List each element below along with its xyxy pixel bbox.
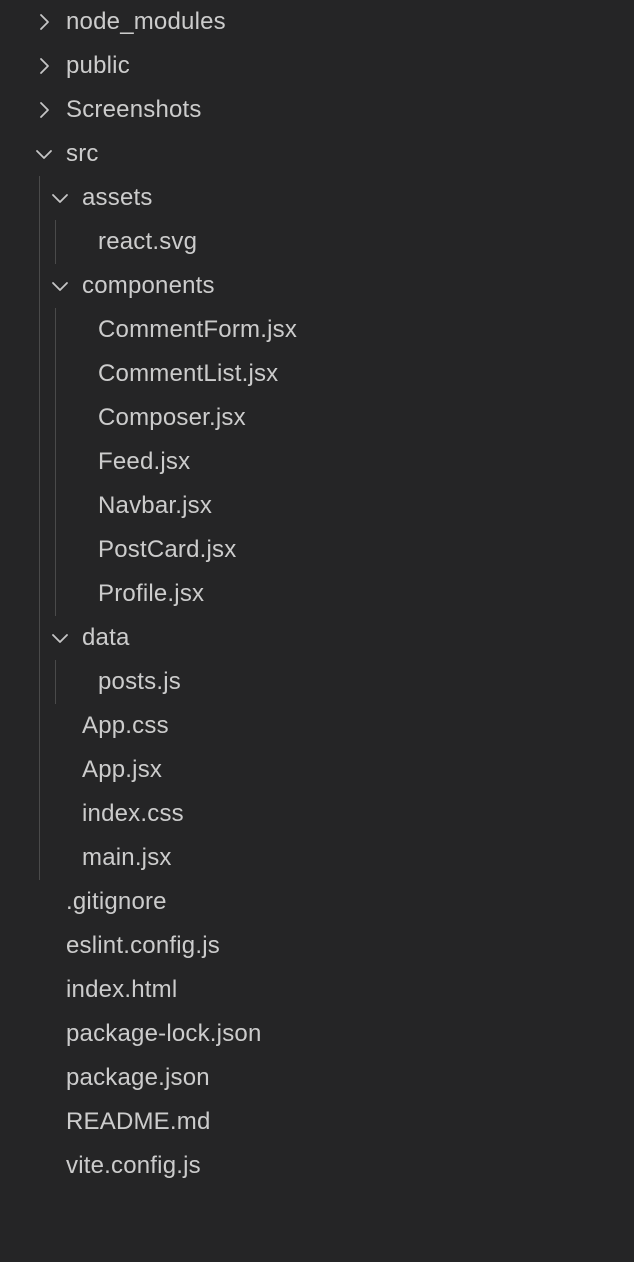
tree-item-label: eslint.config.js <box>66 932 220 959</box>
chevron-down-icon[interactable] <box>49 275 71 297</box>
tree-item-label: index.html <box>66 976 178 1003</box>
tree-item-label: react.svg <box>98 228 198 255</box>
tree-file-row[interactable]: Composer.jsx <box>0 396 634 440</box>
tree-folder-row[interactable]: public <box>0 44 634 88</box>
tree-item-label: Feed.jsx <box>98 448 191 475</box>
tree-file-row[interactable]: Profile.jsx <box>0 572 634 616</box>
tree-item-label: .gitignore <box>66 888 167 915</box>
chevron-right-icon[interactable] <box>33 11 55 33</box>
tree-item-label: Profile.jsx <box>98 580 205 607</box>
tree-file-row[interactable]: Navbar.jsx <box>0 484 634 528</box>
tree-file-row[interactable]: CommentList.jsx <box>0 352 634 396</box>
tree-item-label: Composer.jsx <box>98 404 246 431</box>
tree-file-row[interactable]: package-lock.json <box>0 1012 634 1056</box>
tree-file-row[interactable]: App.jsx <box>0 748 634 792</box>
tree-item-label: posts.js <box>98 668 181 695</box>
tree-item-label: data <box>82 624 130 651</box>
chevron-down-icon[interactable] <box>33 143 55 165</box>
tree-item-label: CommentForm.jsx <box>98 316 298 343</box>
tree-item-label: node_modules <box>66 8 226 35</box>
tree-file-row[interactable]: README.md <box>0 1100 634 1144</box>
tree-file-row[interactable]: react.svg <box>0 220 634 264</box>
chevron-down-icon[interactable] <box>49 627 71 649</box>
tree-item-label: App.css <box>82 712 169 739</box>
tree-item-label: main.jsx <box>82 844 172 871</box>
indent-guide <box>55 220 56 264</box>
tree-file-row[interactable]: App.css <box>0 704 634 748</box>
tree-file-row[interactable]: index.html <box>0 968 634 1012</box>
tree-file-row[interactable]: eslint.config.js <box>0 924 634 968</box>
tree-file-row[interactable]: vite.config.js <box>0 1144 634 1188</box>
indent-guide <box>55 660 56 704</box>
tree-folder-row[interactable]: data <box>0 616 634 660</box>
indent-guide <box>55 308 56 616</box>
tree-file-row[interactable]: PostCard.jsx <box>0 528 634 572</box>
indent-guide <box>39 176 40 880</box>
tree-item-label: index.css <box>82 800 184 827</box>
tree-file-row[interactable]: Feed.jsx <box>0 440 634 484</box>
tree-file-row[interactable]: posts.js <box>0 660 634 704</box>
tree-folder-row[interactable]: assets <box>0 176 634 220</box>
tree-file-row[interactable]: .gitignore <box>0 880 634 924</box>
chevron-down-icon[interactable] <box>49 187 71 209</box>
chevron-right-icon[interactable] <box>33 55 55 77</box>
tree-item-label: vite.config.js <box>66 1152 201 1179</box>
tree-item-label: package-lock.json <box>66 1020 262 1047</box>
file-explorer-tree: node_modulespublic Screenshots src assets re… <box>0 0 634 1262</box>
tree-folder-row[interactable]: node_modules <box>0 0 634 44</box>
tree-file-row[interactable]: package.json <box>0 1056 634 1100</box>
tree-file-row[interactable]: CommentForm.jsx <box>0 308 634 352</box>
tree-folder-row[interactable]: src <box>0 132 634 176</box>
tree-item-label: README.md <box>66 1108 211 1135</box>
tree-file-row[interactable]: main.jsx <box>0 836 634 880</box>
tree-item-label: components <box>82 272 215 299</box>
tree-item-label: PostCard.jsx <box>98 536 237 563</box>
tree-file-row[interactable]: index.css <box>0 792 634 836</box>
tree-item-label: CommentList.jsx <box>98 360 279 387</box>
tree-folder-row[interactable]: components <box>0 264 634 308</box>
chevron-right-icon[interactable] <box>33 99 55 121</box>
tree-item-label: public <box>66 52 130 79</box>
tree-item-label: assets <box>82 184 153 211</box>
tree-item-label: package.json <box>66 1064 210 1091</box>
tree-item-label: App.jsx <box>82 756 163 783</box>
tree-item-label: src <box>66 140 99 167</box>
tree-folder-row[interactable]: Screenshots <box>0 88 634 132</box>
tree-item-label: Screenshots <box>66 96 202 123</box>
tree-item-label: Navbar.jsx <box>98 492 213 519</box>
